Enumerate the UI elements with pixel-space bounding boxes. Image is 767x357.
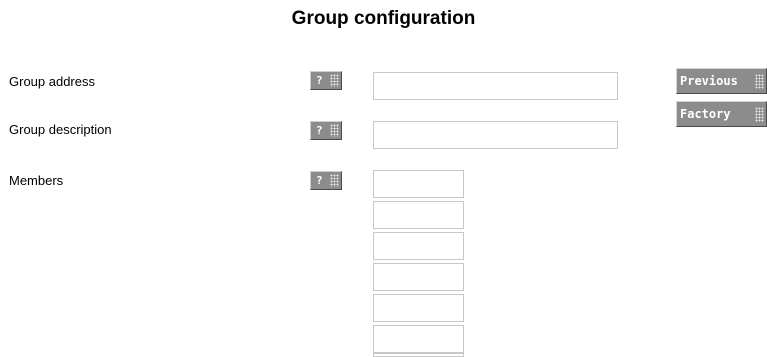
dotted-pattern-icon — [330, 74, 339, 87]
factory-button[interactable]: Factory — [676, 101, 767, 127]
members-label: Members — [9, 173, 64, 188]
page-title: Group configuration — [291, 8, 476, 29]
previous-button[interactable]: Previous — [676, 68, 767, 94]
members-help-button[interactable]: ? — [310, 171, 342, 190]
previous-button-label: Previous — [680, 74, 738, 88]
factory-button-label: Factory — [680, 107, 731, 121]
member-input-5[interactable] — [373, 294, 464, 322]
group-address-input[interactable] — [373, 72, 618, 100]
group-address-help-button[interactable]: ? — [310, 71, 342, 90]
group-description-input[interactable] — [373, 121, 618, 149]
group-description-help-button[interactable]: ? — [310, 121, 342, 140]
member-input-2[interactable] — [373, 201, 464, 229]
dotted-pattern-icon — [330, 174, 339, 187]
member-input-3[interactable] — [373, 232, 464, 260]
dotted-pattern-icon — [755, 74, 764, 89]
member-input-7[interactable] — [373, 353, 464, 357]
help-question-icon: ? — [316, 124, 323, 137]
group-address-label: Group address — [9, 74, 95, 89]
member-input-1[interactable] — [373, 170, 464, 198]
help-question-icon: ? — [316, 174, 323, 187]
dotted-pattern-icon — [755, 107, 764, 122]
member-input-4[interactable] — [373, 263, 464, 291]
group-description-label: Group description — [9, 122, 112, 137]
help-question-icon: ? — [316, 74, 323, 87]
member-input-6[interactable] — [373, 325, 464, 353]
dotted-pattern-icon — [330, 124, 339, 137]
